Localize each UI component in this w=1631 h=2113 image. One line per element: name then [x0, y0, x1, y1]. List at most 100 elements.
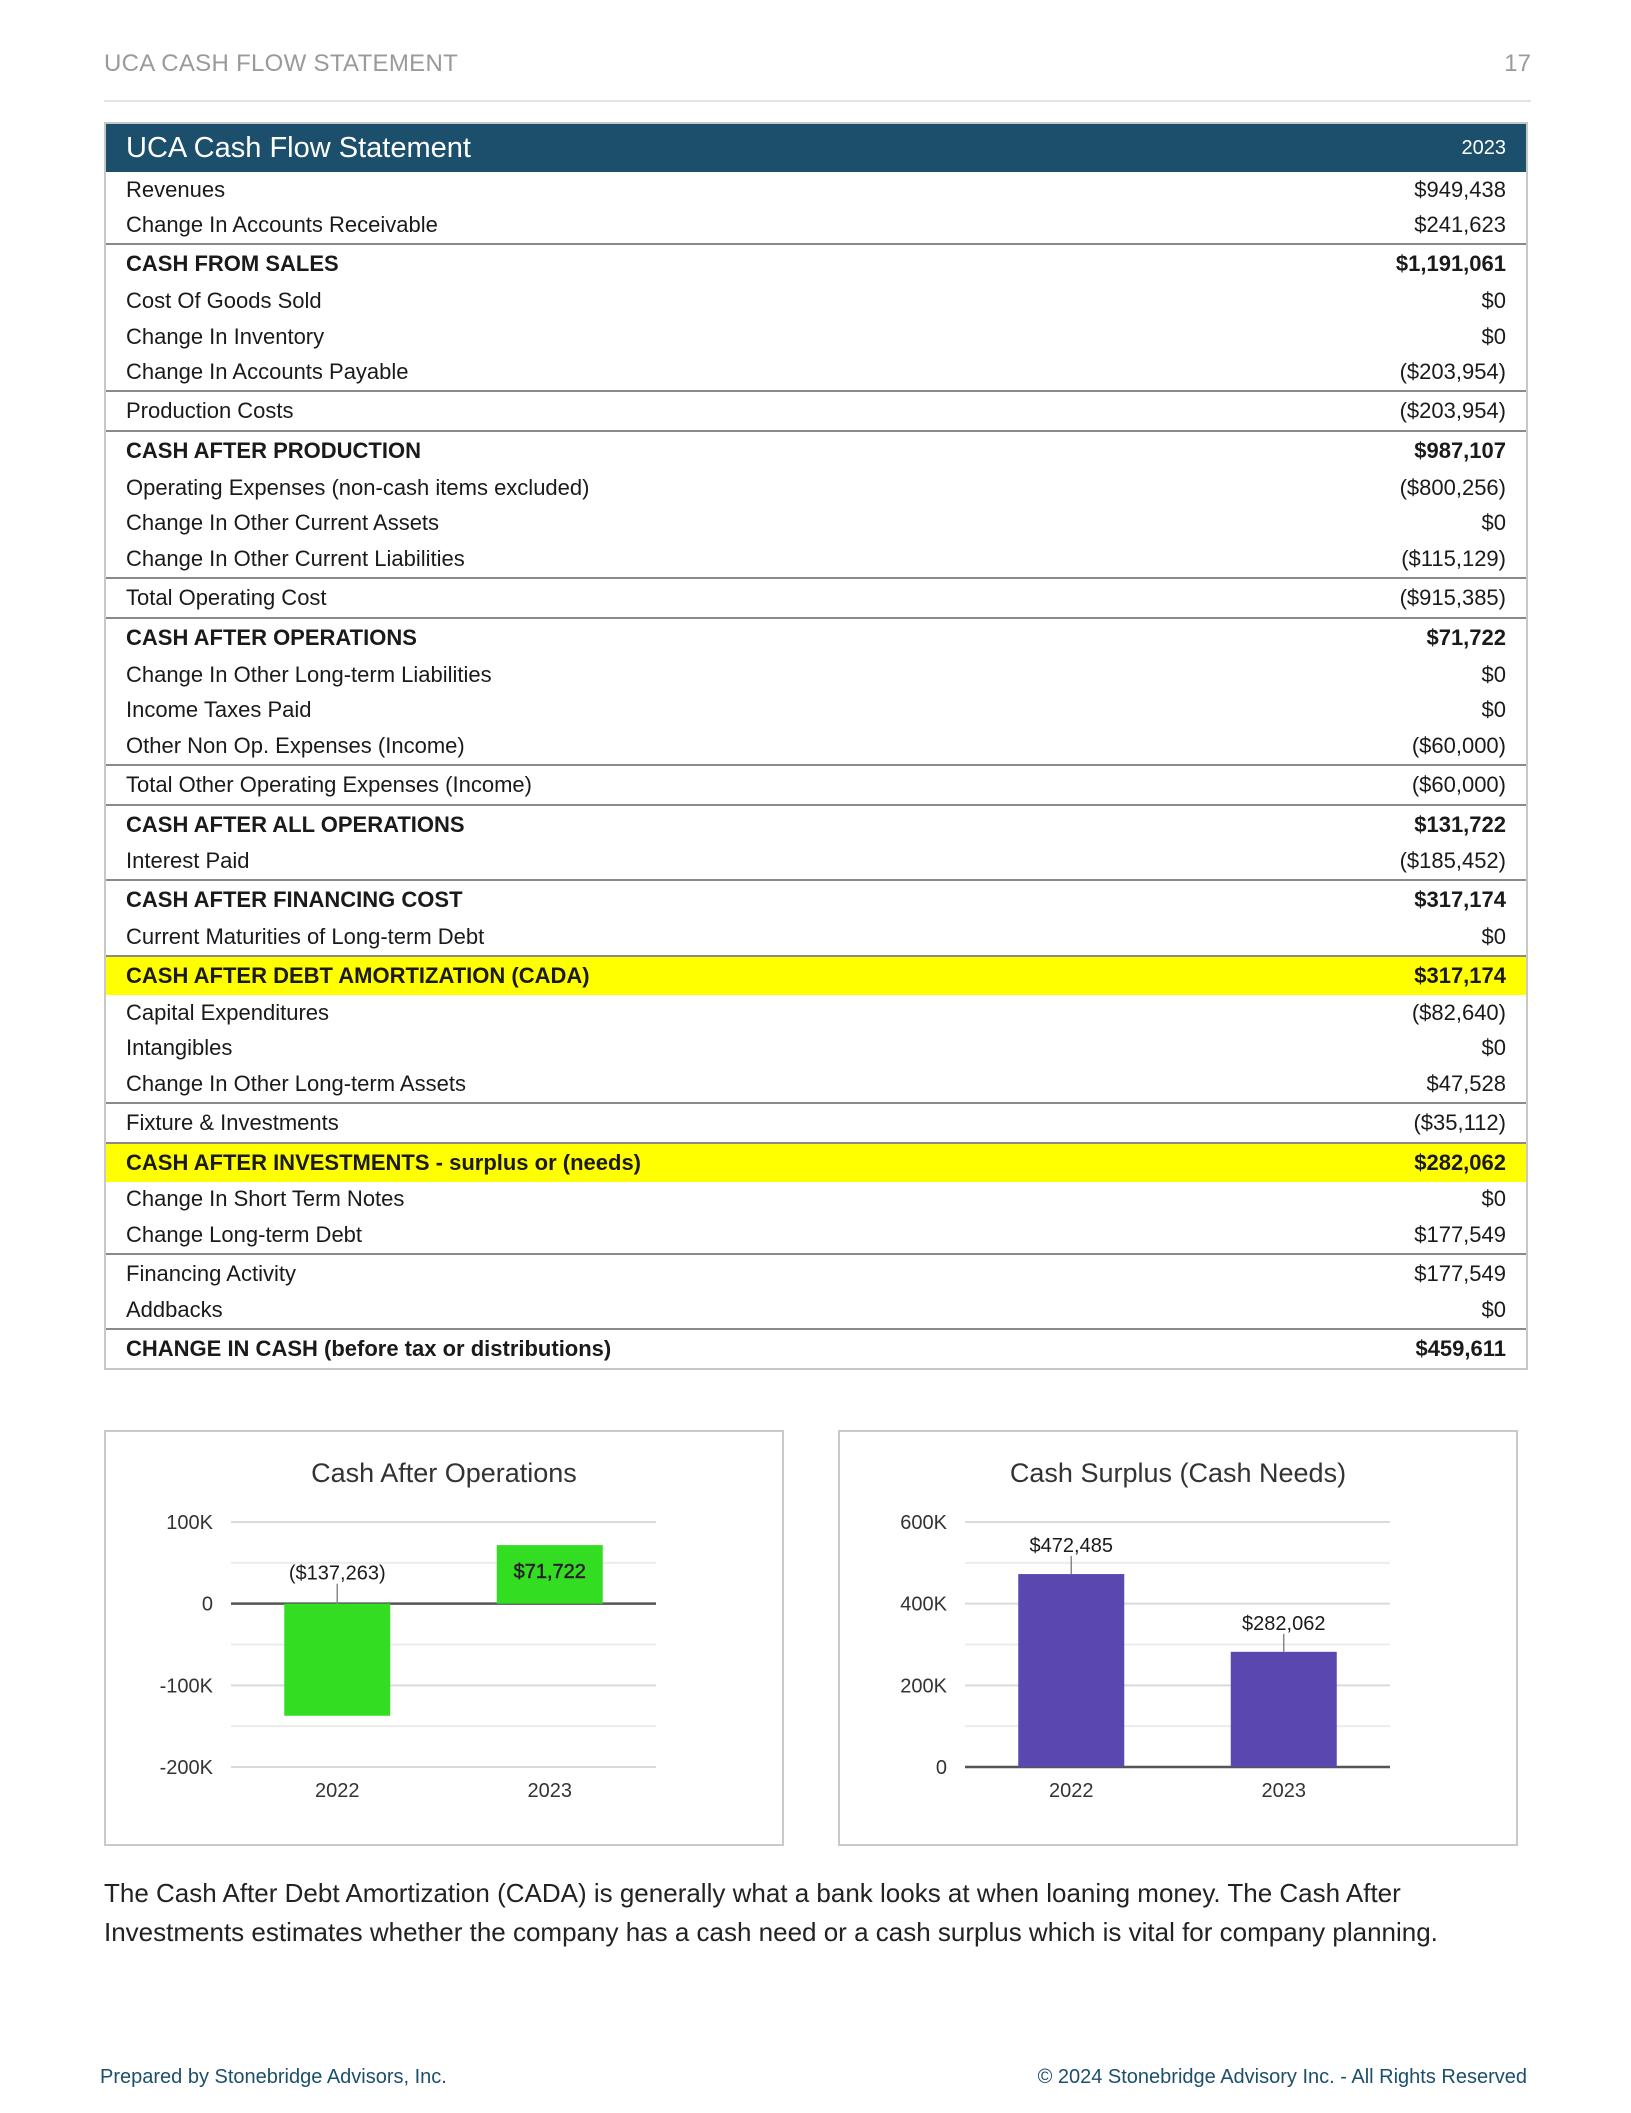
row-label: Financing Activity: [126, 1260, 296, 1286]
row-value: ($60,000): [1411, 771, 1506, 797]
row-value: $0: [1481, 1035, 1506, 1061]
row-value: $459,611: [1415, 1336, 1506, 1362]
page-header: UCA CASH FLOW STATEMENT 17: [104, 46, 1531, 102]
y-tick-label: 0: [936, 1757, 947, 1779]
row-label: CASH AFTER ALL OPERATIONS: [126, 811, 465, 837]
row-label: Change In Other Current Assets: [126, 510, 440, 536]
row-label: Change In Other Long-term Assets: [126, 1070, 466, 1096]
statement-row: Fixture & Investments ($35,112): [106, 1101, 1526, 1142]
row-value: $177,549: [1414, 1260, 1506, 1286]
row-label: Income Taxes Paid: [126, 697, 312, 723]
statement-row: Production Costs ($203,954): [106, 389, 1526, 430]
statement-row: Change In Short Term Notes $0: [106, 1182, 1526, 1218]
statement-year: 2023: [1461, 136, 1507, 159]
row-value: ($185,452): [1399, 848, 1506, 874]
y-tick-label: 400K: [900, 1594, 947, 1616]
chart-title: Cash After Operations: [311, 1458, 577, 1488]
row-label: Change In Short Term Notes: [126, 1186, 405, 1212]
row-label: Current Maturities of Long-term Debt: [126, 923, 485, 949]
row-value: ($115,129): [1401, 545, 1506, 571]
row-value: ($82,640): [1411, 999, 1506, 1025]
row-label: Change In Other Long-term Liabilities: [126, 661, 492, 687]
statement-row: CASH AFTER INVESTMENTS - surplus or (nee…: [106, 1141, 1526, 1182]
row-value: $0: [1481, 697, 1506, 723]
y-tick-label: 600K: [900, 1512, 947, 1534]
row-label: Fixture & Investments: [126, 1109, 339, 1135]
statement-row: Income Taxes Paid $0: [106, 692, 1526, 728]
cash-after-operations-svg: Cash After Operations 100K 0 -100K -200K 2022…: [160, 1458, 656, 1802]
data-label: $282,062: [1242, 1613, 1325, 1635]
row-value: $47,528: [1426, 1070, 1506, 1096]
row-label: Change In Accounts Payable: [126, 359, 409, 385]
row-value: ($35,112): [1413, 1109, 1506, 1135]
row-value: $0: [1481, 510, 1506, 536]
y-tick-label: 100K: [166, 1512, 213, 1534]
statement-row: CASH FROM SALES $1,191,061: [106, 243, 1526, 283]
statement-row: Capital Expenditures ($82,640): [106, 995, 1526, 1031]
statement-row: Intangibles $0: [106, 1030, 1526, 1066]
row-label: Other Non Op. Expenses (Income): [126, 732, 465, 758]
cash-flow-statement-table: UCA Cash Flow Statement 2023 Revenues $94…: [104, 122, 1528, 1371]
row-value: $317,174: [1414, 887, 1506, 913]
statement-row: Other Non Op. Expenses (Income) ($60,000): [106, 728, 1526, 764]
row-label: CASH AFTER DEBT AMORTIZATION (CADA): [126, 962, 590, 988]
statement-row: Interest Paid ($185,452): [106, 844, 1526, 880]
row-value: $0: [1481, 1186, 1506, 1212]
statement-rows: Revenues $949,438 Change In Accounts Recei…: [106, 172, 1526, 1368]
data-label: $472,485: [1030, 1535, 1113, 1557]
x-tick-label: 2022: [315, 1780, 360, 1802]
row-value: $177,549: [1414, 1221, 1506, 1247]
footer-prepared-by: Prepared by Stonebridge Advisors, Inc.: [100, 2066, 447, 2088]
row-value: $0: [1481, 1297, 1506, 1323]
y-tick-label: 200K: [900, 1675, 947, 1697]
row-label: Change Long-term Debt: [126, 1221, 363, 1247]
row-label: Operating Expenses (non-cash items exclu…: [126, 474, 590, 500]
row-label: CASH FROM SALES: [126, 251, 339, 277]
row-label: CASH AFTER OPERATIONS: [126, 624, 417, 650]
statement-row: Operating Expenses (non-cash items exclu…: [106, 470, 1526, 506]
statement-row: Total Other Operating Expenses (Income) (…: [106, 763, 1526, 804]
statement-row: CASH AFTER FINANCING COST $317,174: [106, 879, 1526, 919]
row-label: Total Operating Cost: [126, 584, 327, 610]
row-value: ($800,256): [1399, 474, 1506, 500]
row-value: $131,722: [1414, 811, 1506, 837]
y-tick-label: 0: [202, 1594, 213, 1616]
chart-title: Cash Surplus (Cash Needs): [1010, 1458, 1346, 1488]
statement-row: CASH AFTER OPERATIONS $71,722: [106, 616, 1526, 657]
data-label: ($137,263): [289, 1563, 386, 1585]
statement-row: Revenues $949,438: [106, 172, 1526, 208]
row-label: Total Other Operating Expenses (Income): [126, 771, 532, 797]
x-tick-label: 2022: [1049, 1780, 1094, 1802]
row-label: Capital Expenditures: [126, 999, 330, 1025]
y-tick-label: -100K: [160, 1675, 214, 1697]
row-value: $987,107: [1414, 437, 1506, 463]
statement-row: Change Long-term Debt $177,549: [106, 1217, 1526, 1253]
row-value: ($203,954): [1399, 397, 1506, 423]
data-label: $71,722: [514, 1561, 586, 1583]
statement-row: Cost Of Goods Sold $0: [106, 283, 1526, 319]
row-value: $1,191,061: [1395, 251, 1506, 277]
row-value: $0: [1481, 287, 1506, 313]
cash-after-operations-chart: Cash After Operations 100K 0 -100K -200K 2022…: [104, 1430, 784, 1846]
row-label: Cost Of Goods Sold: [126, 287, 322, 313]
row-value: ($203,954): [1399, 359, 1506, 385]
y-tick-label: -200K: [160, 1757, 214, 1779]
row-label: Addbacks: [126, 1297, 223, 1323]
x-tick-label: 2023: [528, 1780, 573, 1802]
page-number: 17: [1504, 50, 1531, 77]
statement-row: Change In Other Long-term Liabilities $0: [106, 657, 1526, 693]
statement-row: Change In Other Long-term Assets $47,528: [106, 1066, 1526, 1102]
statement-row: CASH AFTER PRODUCTION $987,107: [106, 429, 1526, 470]
statement-row: Change In Other Current Liabilities ($115…: [106, 541, 1526, 577]
row-label: CASH AFTER INVESTMENTS - surplus or (nee…: [126, 1149, 642, 1175]
row-value: $71,722: [1426, 624, 1506, 650]
row-label: CASH AFTER FINANCING COST: [126, 887, 463, 913]
row-value: $317,174: [1414, 962, 1506, 988]
row-label: Change In Other Current Liabilities: [126, 545, 465, 571]
statement-row: Total Operating Cost ($915,385): [106, 576, 1526, 617]
header-title: UCA CASH FLOW STATEMENT: [104, 50, 459, 77]
row-value: $241,623: [1414, 212, 1506, 238]
row-label: Revenues: [126, 176, 226, 202]
statement-row: Financing Activity $177,549: [106, 1252, 1526, 1293]
statement-row: Change In Other Current Assets $0: [106, 506, 1526, 542]
